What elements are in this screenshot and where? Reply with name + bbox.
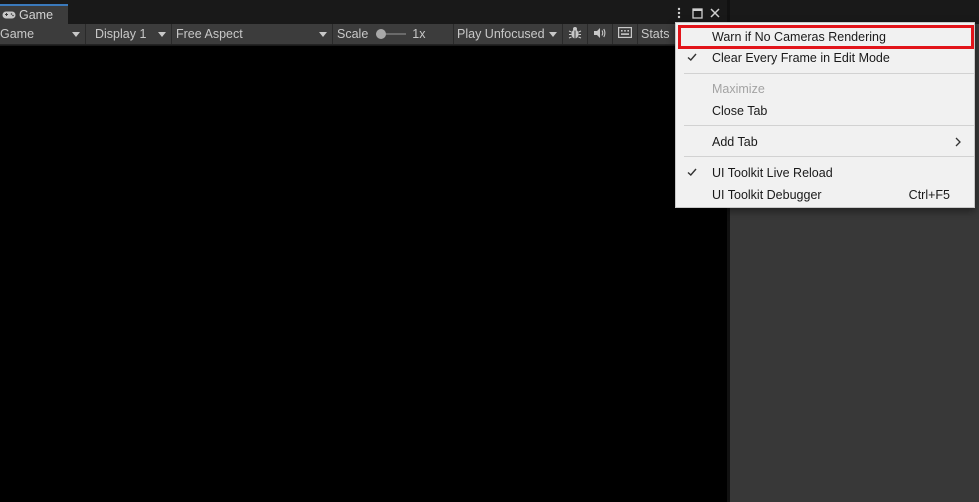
scale-label: Scale (337, 27, 369, 41)
tab-label: Game (19, 8, 54, 22)
play-mode-label: Play Unfocused (457, 27, 545, 41)
scale-control: Scale 1x (333, 24, 454, 44)
menu-item-maximize: Maximize (676, 78, 974, 100)
chevron-down-icon (72, 32, 80, 37)
context-menu: Warn if No Cameras Rendering Clear Every… (675, 22, 975, 208)
display-dropdown[interactable]: Display 1 (86, 24, 172, 44)
tab-bar: Game (0, 0, 727, 24)
menu-item-close-tab[interactable]: Close Tab (676, 100, 974, 122)
tab-game[interactable]: Game (0, 4, 68, 24)
bug-icon (568, 26, 582, 43)
bug-button[interactable] (563, 24, 588, 44)
game-viewport[interactable] (0, 46, 727, 502)
menu-item-label: UI Toolkit Debugger (712, 188, 822, 202)
game-toolbar: Game Display 1 Free Aspect Scale 1x Play… (0, 24, 727, 45)
menu-separator (684, 156, 974, 157)
scale-slider[interactable] (376, 29, 407, 39)
menu-item-ui-toolkit-live-reload[interactable]: UI Toolkit Live Reload (676, 162, 974, 184)
menu-item-label: UI Toolkit Live Reload (712, 166, 833, 180)
chevron-down-icon (158, 32, 166, 37)
menu-item-ui-toolkit-debugger[interactable]: UI Toolkit Debugger Ctrl+F5 (676, 184, 974, 206)
view-mode-label: Game (0, 27, 35, 41)
menu-item-shortcut: Ctrl+F5 (908, 188, 950, 202)
right-panel-tab-bar (730, 0, 979, 24)
menu-item-label: Add Tab (712, 135, 758, 149)
menu-item-clear-every-frame[interactable]: Clear Every Frame in Edit Mode (676, 47, 974, 69)
menu-item-label: Close Tab (712, 104, 768, 118)
menu-separator (684, 125, 974, 126)
menu-item-warn-no-cameras[interactable]: Warn if No Cameras Rendering (676, 26, 974, 48)
checkmark-icon (686, 166, 698, 178)
menu-item-label: Clear Every Frame in Edit Mode (712, 51, 890, 65)
checkmark-icon (686, 51, 698, 63)
chevron-right-icon (955, 136, 961, 147)
more-options-icon[interactable] (672, 6, 686, 20)
menu-item-add-tab[interactable]: Add Tab (676, 131, 974, 153)
display-label: Display 1 (95, 27, 147, 41)
menu-item-label: Warn if No Cameras Rendering (712, 30, 886, 44)
play-mode-dropdown[interactable]: Play Unfocused (454, 24, 563, 44)
chevron-down-icon (549, 32, 557, 37)
aspect-label: Free Aspect (176, 27, 243, 41)
aspect-dropdown[interactable]: Free Aspect (172, 24, 333, 44)
menu-separator (684, 73, 974, 74)
scale-slider-handle[interactable] (376, 29, 387, 39)
shortcuts-button[interactable] (613, 24, 638, 44)
keyboard-icon (618, 27, 633, 41)
chevron-down-icon (319, 32, 327, 37)
stats-label: Stats (641, 27, 670, 41)
view-mode-dropdown[interactable]: Game (0, 24, 86, 44)
menu-item-label: Maximize (712, 82, 765, 96)
scale-value: 1x (412, 27, 426, 41)
maximize-icon[interactable] (690, 6, 704, 20)
gamepad-icon (2, 10, 16, 20)
close-icon[interactable] (708, 6, 722, 20)
mute-audio-button[interactable] (588, 24, 613, 44)
speaker-icon (593, 27, 607, 42)
